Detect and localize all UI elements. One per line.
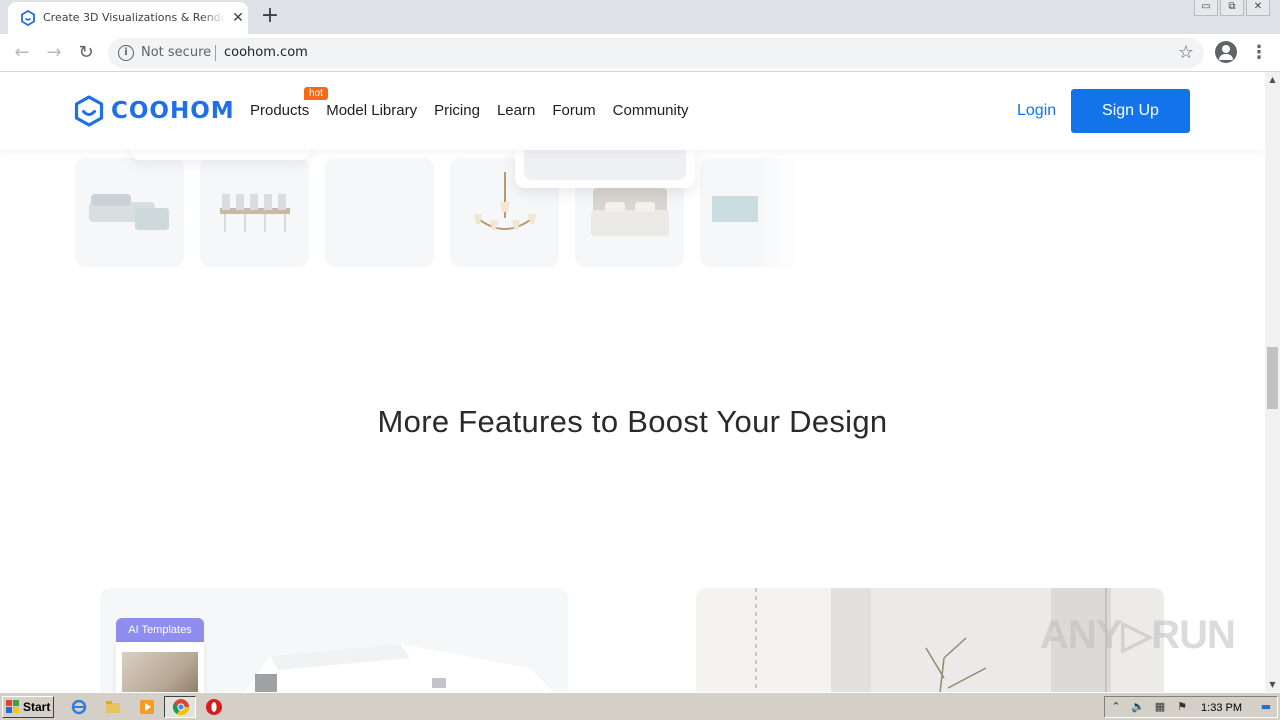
main-nav: Products hot Model Library Pricing Learn…	[250, 87, 706, 119]
nav-model-library[interactable]: Model Library	[326, 102, 417, 119]
action-center-flag-icon[interactable]: ⚑	[1175, 700, 1189, 714]
logo-text: COOHOM	[111, 98, 235, 124]
hot-badge: hot	[304, 87, 328, 100]
model-card-blank[interactable]	[325, 158, 434, 267]
page-viewport: COOHOM Products hot Model Library Pricin…	[0, 72, 1265, 692]
url-text[interactable]: coohom.com	[224, 45, 308, 60]
media-player-icon[interactable]	[138, 698, 156, 716]
network-icon[interactable]: ▦	[1153, 700, 1167, 714]
windows-flag-icon	[6, 700, 19, 713]
address-bar[interactable]: i Not secure coohom.com ☆	[108, 38, 1204, 68]
model-card-rug[interactable]	[700, 158, 800, 267]
close-window-button[interactable]: ✕	[1246, 0, 1270, 16]
nav-forum[interactable]: Forum	[552, 102, 595, 119]
nav-pricing[interactable]: Pricing	[434, 102, 480, 119]
page-scrollbar[interactable]: ▲ ▼	[1265, 72, 1280, 692]
omnibox-divider	[215, 45, 216, 61]
section-title: More Features to Boost Your Design	[377, 404, 888, 439]
scroll-up-arrow-icon[interactable]: ▲	[1265, 72, 1280, 87]
chrome-icon	[172, 699, 190, 716]
system-tray: ⌃ 🔈 ▦ ⚑ 1:33 PM ▬	[1104, 696, 1278, 718]
restore-button[interactable]: ⧉	[1220, 0, 1244, 16]
template-room-image	[122, 652, 198, 692]
ai-templates-badge: AI Templates	[116, 618, 204, 642]
coohom-logo[interactable]: COOHOM	[73, 95, 235, 127]
floating-bed-preview-card	[515, 144, 695, 188]
volume-icon[interactable]: 🔈	[1131, 700, 1145, 714]
window-controls: ▭ ⧉ ✕	[1194, 0, 1270, 18]
model-card-dining-table[interactable]	[200, 158, 309, 267]
start-button[interactable]: Start	[2, 696, 54, 718]
kebab-menu-icon[interactable]: ⋮	[1250, 41, 1268, 65]
reload-icon[interactable]: ↻	[74, 41, 98, 65]
login-link[interactable]: Login	[1017, 102, 1056, 120]
nav-learn[interactable]: Learn	[497, 102, 535, 119]
nav-products[interactable]: Products hot	[250, 87, 328, 119]
coohom-logo-icon	[74, 95, 104, 127]
info-icon[interactable]: i	[118, 45, 134, 61]
forward-arrow-icon[interactable]: →	[42, 41, 66, 65]
tray-expand-icon[interactable]: ⌃	[1109, 700, 1123, 714]
tab-close-icon[interactable]: ✕	[230, 10, 246, 26]
minimize-button[interactable]: ▭	[1194, 0, 1218, 16]
nav-community[interactable]: Community	[613, 102, 689, 119]
new-tab-button[interactable]: +	[258, 5, 282, 29]
coohom-favicon-icon	[21, 10, 35, 26]
feature-card-ai-templates[interactable]: AI Templates	[100, 588, 568, 692]
site-header: COOHOM Products hot Model Library Pricin…	[0, 72, 1265, 150]
taskbar-clock[interactable]: 1:33 PM	[1201, 702, 1242, 714]
security-label: Not secure	[141, 45, 212, 60]
scrollbar-thumb[interactable]	[1267, 347, 1278, 409]
ai-template-thumbnail[interactable]	[116, 642, 204, 692]
sign-up-button[interactable]: Sign Up	[1071, 89, 1190, 133]
profile-avatar-icon[interactable]	[1215, 41, 1237, 63]
dining-table-icon	[220, 194, 290, 232]
show-desktop-icon[interactable]: ▬	[1259, 700, 1273, 714]
browser-tab[interactable]: Create 3D Visualizations & Render in ✕	[8, 2, 248, 34]
anyrun-watermark: ANY▷RUN	[1040, 613, 1236, 657]
browser-tabstrip: Create 3D Visualizations & Render in ✕ +…	[0, 0, 1280, 34]
sofa-icon	[89, 194, 169, 230]
rug-icon	[712, 196, 758, 222]
taskbar-chrome-active[interactable]	[164, 696, 196, 718]
internet-explorer-icon[interactable]	[70, 698, 88, 716]
opera-icon[interactable]	[205, 698, 223, 716]
back-arrow-icon[interactable]: ←	[10, 41, 34, 65]
file-explorer-icon[interactable]	[104, 698, 122, 716]
windows-taskbar: Start ⌃ 🔈 ▦ ⚑ 1:33 PM ▬	[0, 692, 1280, 720]
model-card-sofa[interactable]	[75, 158, 184, 267]
scroll-down-arrow-icon[interactable]: ▼	[1265, 677, 1280, 692]
start-label: Start	[23, 700, 51, 714]
nav-products-label: Products	[250, 102, 310, 119]
browser-toolbar: ← → ↻ i Not secure coohom.com ☆ ⋮	[0, 34, 1280, 72]
tab-title: Create 3D Visualizations & Render in	[43, 11, 225, 24]
bookmark-star-icon[interactable]: ☆	[1178, 42, 1194, 63]
